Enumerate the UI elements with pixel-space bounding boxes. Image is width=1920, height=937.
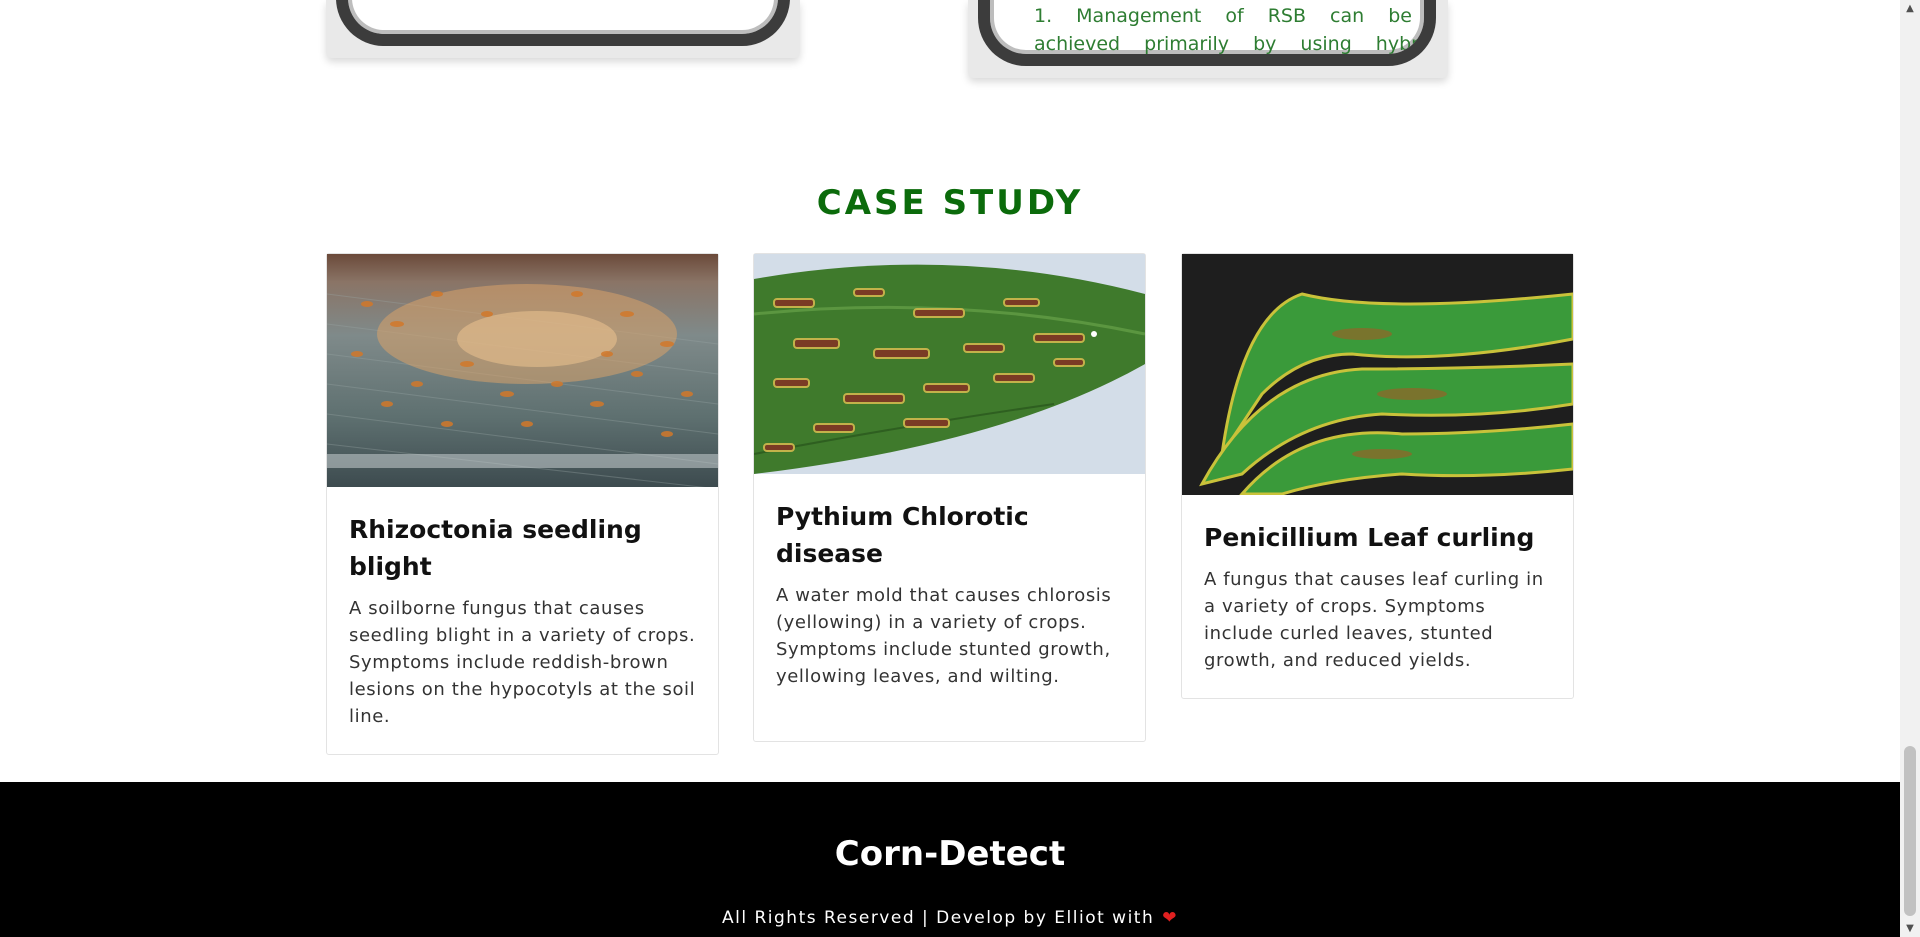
- phone-mockup-right: 1. Management of RSB can be achieved pri…: [968, 0, 1448, 78]
- phone-content-text: 1. Management of RSB can be achieved pri…: [1034, 2, 1436, 55]
- card-title: Pythium Chlorotic disease: [776, 502, 1029, 568]
- case-card-pythium: Pythium Chlorotic disease A water mold t…: [753, 253, 1146, 742]
- card-description: A soilborne fungus that causes seedling …: [349, 598, 696, 727]
- phone-frame-right: 1. Management of RSB can be achieved pri…: [978, 0, 1436, 66]
- scroll-down-icon[interactable]: ▼: [1900, 920, 1920, 937]
- heart-icon: ❤: [1162, 908, 1178, 928]
- scrollbar-thumb[interactable]: [1904, 746, 1916, 916]
- case-card-penicillium: Penicillium Leaf curling A fungus that c…: [1181, 253, 1574, 699]
- card-title: Rhizoctonia seedling blight: [349, 515, 642, 581]
- footer-brand: Corn-Detect: [834, 834, 1066, 874]
- footer: Corn-Detect All Rights Reserved | Develo…: [0, 782, 1900, 937]
- rhizoctonia-leaf-image: [327, 254, 718, 487]
- card-description: A fungus that causes leaf curling in a v…: [1204, 569, 1544, 671]
- phone-frame-left: [336, 0, 790, 46]
- phone-mockup-left: [326, 0, 800, 58]
- page-scrollbar[interactable]: ▲ ▼: [1900, 0, 1920, 937]
- footer-copyright: All Rights Reserved | Develop by Elliot …: [0, 908, 1900, 928]
- pythium-leaf-image: [754, 254, 1145, 474]
- card-description: A water mold that causes chlorosis (yell…: [776, 585, 1112, 687]
- case-study-title: CASE STUDY: [816, 183, 1084, 223]
- case-card-rhizoctonia: Rhizoctonia seedling blight A soilborne …: [326, 253, 719, 755]
- footer-copyright-text: All Rights Reserved | Develop by Elliot …: [721, 908, 1155, 928]
- phone-text-line-2: achieved primarily by using hybrid: [1034, 33, 1436, 55]
- penicillium-leaf-image: [1182, 254, 1573, 495]
- scroll-up-icon[interactable]: ▲: [1900, 0, 1920, 17]
- phone-text-line-1: 1. Management of RSB can be: [1034, 5, 1412, 27]
- card-title: Penicillium Leaf curling: [1204, 523, 1535, 552]
